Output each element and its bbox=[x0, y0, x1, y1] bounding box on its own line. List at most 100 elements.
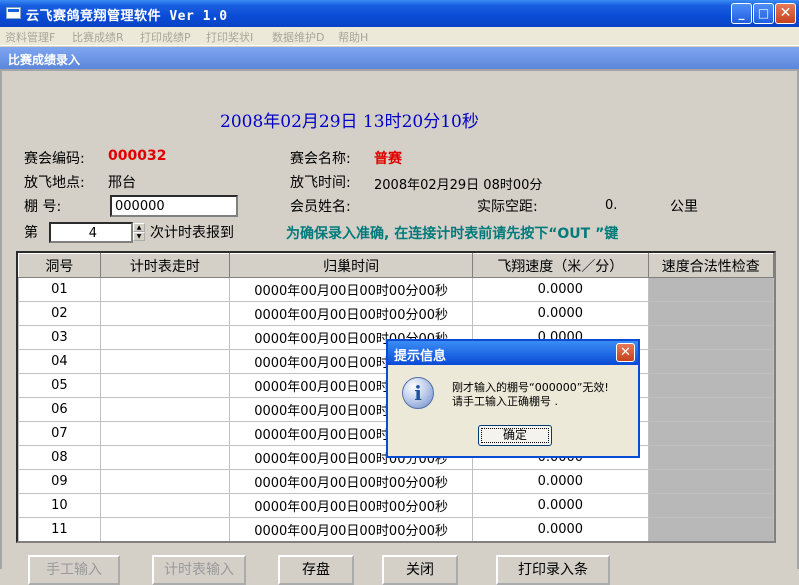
speed-check-cell[interactable] bbox=[647, 421, 774, 446]
timer-time-cell[interactable] bbox=[99, 325, 231, 350]
table-row[interactable]: 02 0000年00月00日00时00分00秒 0.0000 bbox=[18, 301, 774, 326]
release-place-label: 放飞地点: bbox=[24, 175, 85, 191]
menu-item-data-management[interactable]: 资料管理F bbox=[5, 29, 55, 45]
menu-item-data-maintenance[interactable]: 数据维护D bbox=[272, 29, 324, 45]
table-row[interactable]: 01 0000年00月00日00时00分00秒 0.0000 bbox=[18, 277, 774, 302]
shed-number-label: 棚 号: bbox=[24, 199, 62, 215]
speed-cell[interactable]: 0.0000 bbox=[472, 493, 649, 518]
grid-header-row: 洞号 计时表走时 归巢时间 飞翔速度（米／分） 速度合法性检查 bbox=[18, 253, 774, 278]
spin-down-icon[interactable]: ▼ bbox=[133, 232, 145, 241]
column-header-timer[interactable]: 计时表走时 bbox=[99, 253, 231, 278]
hole-number-cell[interactable]: 11 bbox=[18, 517, 101, 541]
speed-check-cell[interactable] bbox=[647, 325, 774, 350]
hole-number-cell[interactable]: 05 bbox=[18, 373, 101, 398]
info-dialog: 提示信息 ✕ i 刚才输入的棚号“000000”无效! 请手工输入正确棚号 . … bbox=[386, 339, 640, 458]
menu-item-race-results[interactable]: 比赛成绩R bbox=[72, 29, 124, 45]
speed-cell[interactable]: 0.0000 bbox=[472, 517, 649, 541]
return-time-cell[interactable]: 0000年00月00日00时00分00秒 bbox=[229, 517, 474, 541]
result-entry-form: 2008年02月29日 13时20分10秒 赛会编码: 000032 赛会名称:… bbox=[2, 71, 797, 585]
speed-cell[interactable]: 0.0000 bbox=[472, 301, 649, 326]
spin-up-icon[interactable]: ▲ bbox=[133, 223, 145, 232]
column-header-return-time[interactable]: 归巢时间 bbox=[229, 253, 474, 278]
menu-item-help[interactable]: 帮助H bbox=[338, 29, 368, 45]
report-count-spinner[interactable]: ▲ ▼ bbox=[133, 223, 145, 241]
timer-time-cell[interactable] bbox=[99, 301, 231, 326]
speed-check-cell[interactable] bbox=[647, 469, 774, 494]
timer-time-cell[interactable] bbox=[99, 517, 231, 541]
speed-check-cell[interactable] bbox=[647, 373, 774, 398]
save-button[interactable]: 存盘 bbox=[278, 555, 354, 585]
timer-time-cell[interactable] bbox=[99, 277, 231, 302]
column-header-speed[interactable]: 飞翔速度（米／分） bbox=[472, 253, 649, 278]
speed-check-cell[interactable] bbox=[647, 301, 774, 326]
info-icon: i bbox=[402, 377, 434, 409]
timer-time-cell[interactable] bbox=[99, 493, 231, 518]
hole-number-cell[interactable]: 10 bbox=[18, 493, 101, 518]
table-row[interactable]: 10 0000年00月00日00时00分00秒 0.0000 bbox=[18, 493, 774, 518]
report-count-input[interactable]: 4 bbox=[49, 222, 133, 243]
table-row[interactable]: 09 0000年00月00日00时00分00秒 0.0000 bbox=[18, 469, 774, 494]
timer-time-cell[interactable] bbox=[99, 421, 231, 446]
hole-number-cell[interactable]: 06 bbox=[18, 397, 101, 422]
close-button[interactable]: ✕ bbox=[775, 3, 796, 24]
speed-cell[interactable]: 0.0000 bbox=[472, 469, 649, 494]
dialog-title: 提示信息 bbox=[394, 349, 447, 364]
speed-check-cell[interactable] bbox=[647, 493, 774, 518]
timer-time-cell[interactable] bbox=[99, 373, 231, 398]
minimize-button[interactable]: _ bbox=[731, 3, 752, 24]
member-name-label: 会员姓名: bbox=[290, 199, 351, 215]
report-suffix-label: 次计时表报到 bbox=[150, 225, 234, 241]
speed-check-cell[interactable] bbox=[647, 277, 774, 302]
return-time-cell[interactable]: 0000年00月00日00时00分00秒 bbox=[229, 493, 474, 518]
current-datetime: 2008年02月29日 13时20分10秒 bbox=[220, 112, 479, 132]
shed-number-input[interactable]: 000000 bbox=[110, 195, 238, 217]
race-name-value: 普赛 bbox=[374, 151, 402, 167]
speed-check-cell[interactable] bbox=[647, 397, 774, 422]
dialog-message-line2: 请手工输入正确棚号 . bbox=[452, 395, 558, 408]
child-window-title: 比赛成绩录入 bbox=[0, 47, 799, 69]
menu-item-print-results[interactable]: 打印成绩P bbox=[140, 29, 191, 45]
speed-check-cell[interactable] bbox=[647, 349, 774, 374]
column-header-speed-check[interactable]: 速度合法性检查 bbox=[647, 253, 774, 278]
child-window: 比赛成绩录入 2008年02月29日 13时20分10秒 赛会编码: 00003… bbox=[0, 47, 799, 585]
timer-time-cell[interactable] bbox=[99, 469, 231, 494]
race-code-value: 000032 bbox=[108, 148, 167, 164]
hole-number-cell[interactable]: 07 bbox=[18, 421, 101, 446]
release-place-value: 邢台 bbox=[108, 175, 136, 191]
speed-check-cell[interactable] bbox=[647, 445, 774, 470]
race-code-label: 赛会编码: bbox=[24, 151, 85, 167]
hole-number-cell[interactable]: 02 bbox=[18, 301, 101, 326]
timer-time-cell[interactable] bbox=[99, 397, 231, 422]
close-form-button[interactable]: 关闭 bbox=[382, 555, 458, 585]
column-header-hole[interactable]: 洞号 bbox=[18, 253, 101, 278]
app-window: 云飞赛鸽竞翔管理软件 Ver 1.0 _ □ ✕ 资料管理F 比赛成绩R 打印成… bbox=[0, 0, 799, 585]
menu-bar: 资料管理F 比赛成绩R 打印成绩P 打印奖状I 数据维护D 帮助H bbox=[0, 27, 799, 46]
distance-unit: 公里 bbox=[670, 199, 698, 215]
hole-number-cell[interactable]: 09 bbox=[18, 469, 101, 494]
print-entry-button[interactable]: 打印录入条 bbox=[496, 555, 610, 585]
timer-input-button[interactable]: 计时表输入 bbox=[152, 555, 246, 585]
speed-check-cell[interactable] bbox=[647, 517, 774, 541]
hole-number-cell[interactable]: 03 bbox=[18, 325, 101, 350]
release-time-value: 2008年02月29日 08时00分 bbox=[374, 178, 543, 193]
return-time-cell[interactable]: 0000年00月00日00时00分00秒 bbox=[229, 469, 474, 494]
table-row[interactable]: 11 0000年00月00日00时00分00秒 0.0000 bbox=[18, 517, 774, 541]
timer-time-cell[interactable] bbox=[99, 349, 231, 374]
dialog-close-button[interactable]: ✕ bbox=[616, 343, 635, 362]
hole-number-cell[interactable]: 04 bbox=[18, 349, 101, 374]
return-time-cell[interactable]: 0000年00月00日00时00分00秒 bbox=[229, 277, 474, 302]
dialog-title-bar[interactable]: 提示信息 ✕ bbox=[388, 341, 638, 365]
manual-input-button[interactable]: 手工输入 bbox=[28, 555, 120, 585]
distance-label: 实际空距: bbox=[477, 199, 538, 215]
ok-button[interactable]: 确定 bbox=[478, 425, 552, 446]
maximize-button[interactable]: □ bbox=[753, 3, 774, 24]
hole-number-cell[interactable]: 08 bbox=[18, 445, 101, 470]
hole-number-cell[interactable]: 01 bbox=[18, 277, 101, 302]
timer-time-cell[interactable] bbox=[99, 445, 231, 470]
menu-item-print-certificate[interactable]: 打印奖状I bbox=[206, 29, 253, 45]
release-time-label: 放飞时间: bbox=[290, 175, 351, 191]
title-bar[interactable]: 云飞赛鸽竞翔管理软件 Ver 1.0 _ □ ✕ bbox=[0, 0, 799, 27]
speed-cell[interactable]: 0.0000 bbox=[472, 277, 649, 302]
return-time-cell[interactable]: 0000年00月00日00时00分00秒 bbox=[229, 301, 474, 326]
race-name-label: 赛会名称: bbox=[290, 151, 351, 167]
